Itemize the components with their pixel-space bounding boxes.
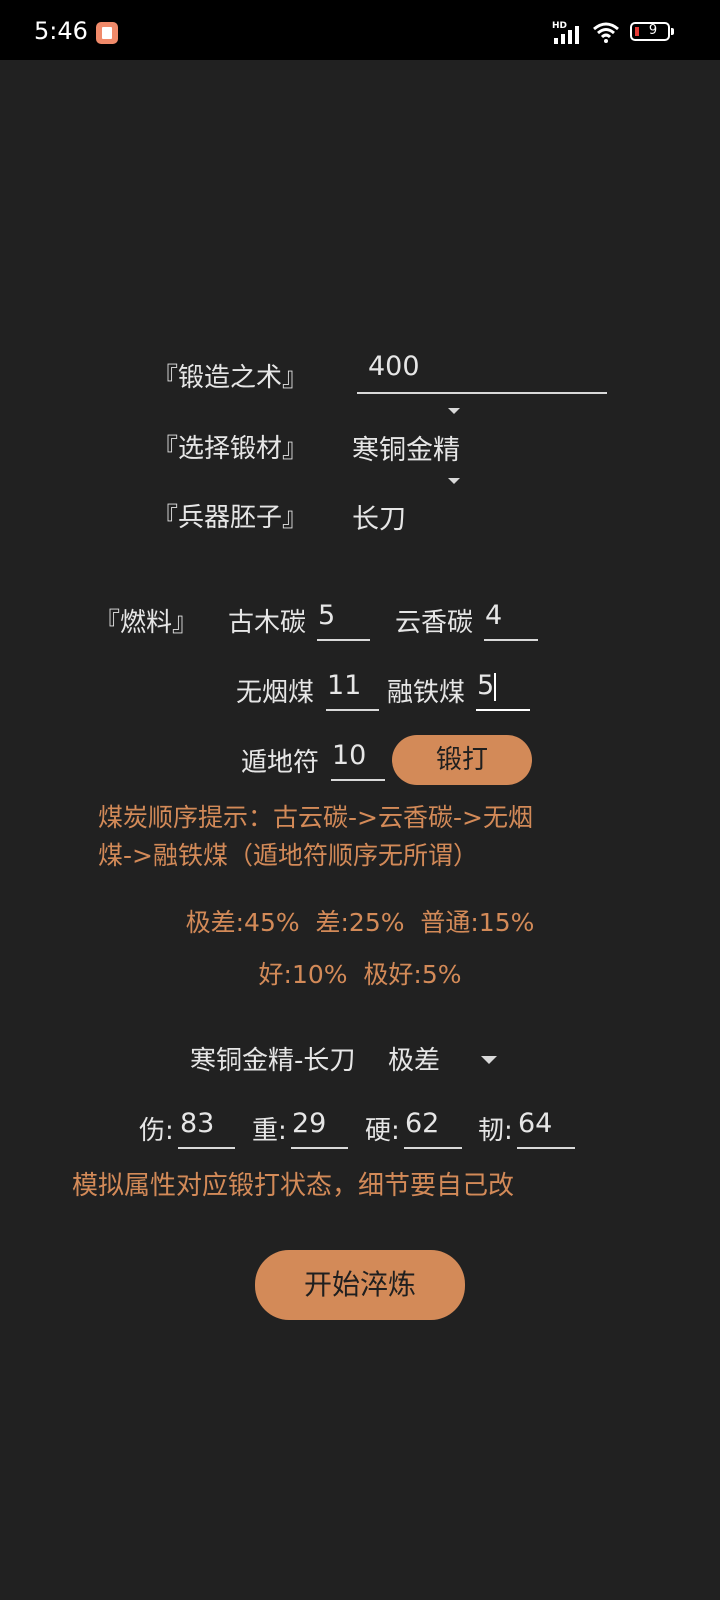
quality-odds-line1: 极差:45% 差:25% 普通:15% (185, 908, 535, 937)
quality-dropdown-icon[interactable] (481, 1056, 497, 1064)
coal-order-hint-line2: 煤->融铁煤（遁地符顺序无所谓） (98, 841, 478, 870)
weapon-blank-select[interactable]: 长刀 (352, 497, 406, 536)
weight-label: 重: (252, 1116, 287, 1146)
damage-underline (178, 1147, 235, 1149)
status-bar: 5:46 HD 9 (0, 0, 720, 60)
forge-button[interactable]: 锻打 (392, 735, 532, 785)
wifi-icon (593, 22, 619, 43)
yunxiangtan-underline (484, 639, 538, 641)
damage-label: 伤: (139, 1116, 174, 1146)
result-quality-select[interactable]: 极差 (388, 1040, 440, 1077)
dundifu-underline (331, 779, 385, 781)
gumutan-input[interactable]: 5 (318, 600, 335, 631)
material-select[interactable]: 寒铜金精 (352, 428, 460, 467)
start-refining-button[interactable]: 开始淬炼 (255, 1250, 465, 1320)
material-label: 『选择锻材』 (152, 434, 309, 464)
battery-tip (671, 28, 674, 35)
simulation-note: 模拟属性对应锻打状态，细节要自己改 (72, 1171, 515, 1201)
wuyanmei-input[interactable]: 11 (327, 670, 361, 701)
weight-input[interactable]: 29 (292, 1108, 326, 1139)
notification-app-icon (96, 22, 118, 44)
rongtiemei-label: 融铁煤 (387, 678, 466, 708)
weapon-blank-label: 『兵器胚子』 (152, 503, 309, 533)
battery-level: 9 (648, 23, 658, 38)
hardness-input[interactable]: 62 (405, 1108, 439, 1139)
wuyanmei-underline (326, 709, 379, 711)
yunxiangtan-input[interactable]: 4 (485, 600, 502, 631)
weapon-blank-dropdown-icon[interactable] (448, 478, 460, 484)
hardness-label: 硬: (365, 1116, 400, 1146)
forging-skill-input[interactable]: 400 (368, 351, 420, 382)
material-dropdown-icon[interactable] (448, 408, 460, 414)
rongtiemei-input[interactable]: 5 (477, 670, 494, 701)
damage-input[interactable]: 83 (180, 1108, 214, 1139)
dundifu-label: 遁地符 (241, 748, 320, 778)
forging-skill-label: 『锻造之术』 (152, 363, 309, 393)
forging-skill-underline (357, 392, 607, 394)
gumutan-underline (317, 639, 370, 641)
text-cursor (494, 673, 496, 701)
toughness-input[interactable]: 64 (518, 1108, 552, 1139)
battery-icon: 9 (630, 22, 670, 41)
fuel-label: 『燃料』 (94, 608, 199, 638)
result-item: 寒铜金精-长刀 (190, 1046, 356, 1076)
yunxiangtan-label: 云香碳 (395, 608, 474, 638)
gumutan-label: 古木碳 (228, 608, 307, 638)
toughness-label: 韧: (478, 1116, 513, 1146)
hardness-underline (404, 1147, 462, 1149)
rongtiemei-underline (476, 709, 530, 711)
quality-odds-line2: 好:10% 极好:5% (258, 960, 462, 989)
wuyanmei-label: 无烟煤 (236, 678, 315, 708)
dundifu-input[interactable]: 10 (332, 740, 366, 771)
status-time: 5:46 (34, 17, 88, 45)
weight-underline (291, 1147, 348, 1149)
signal-icon (554, 24, 584, 44)
toughness-underline (517, 1147, 575, 1149)
coal-order-hint-line1: 煤炭顺序提示：古云碳->云香碳->无烟 (98, 803, 533, 832)
